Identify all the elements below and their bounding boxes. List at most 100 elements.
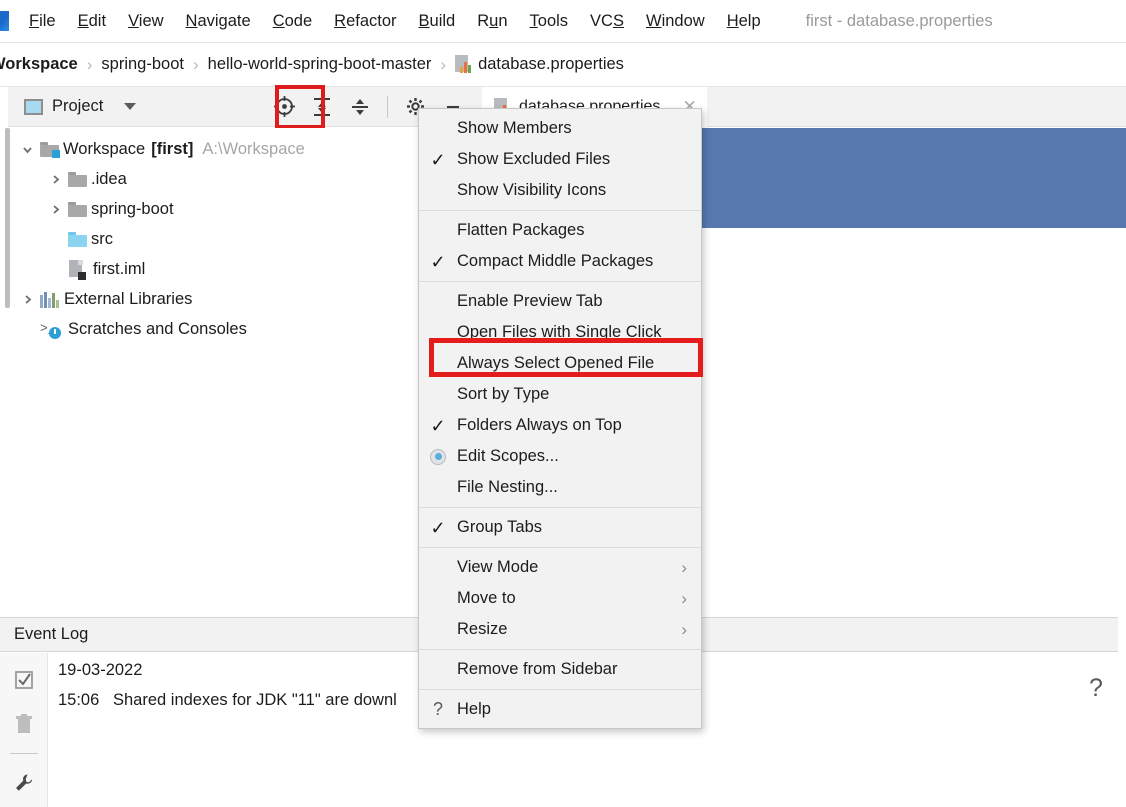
menu-separator bbox=[419, 689, 701, 690]
breadcrumb-item-spring-boot[interactable]: spring-boot bbox=[101, 55, 184, 74]
breadcrumb-item-database-properties[interactable]: database.properties bbox=[455, 55, 624, 74]
menu-separator bbox=[419, 507, 701, 508]
menu-vcs-mnemonic: S bbox=[613, 12, 624, 30]
menu-item-show-members[interactable]: Show Members bbox=[419, 113, 701, 144]
settings-wrench-icon[interactable] bbox=[9, 768, 39, 798]
menu-item-label: Always Select Opened File bbox=[457, 354, 654, 373]
tree-item-label: spring-boot bbox=[91, 200, 174, 219]
menu-item-file-nesting[interactable]: File Nesting... bbox=[419, 472, 701, 503]
menu-item-show-excluded-files[interactable]: ✓ Show Excluded Files bbox=[419, 144, 701, 175]
menu-navigate[interactable]: Navigate bbox=[175, 10, 262, 33]
menu-item-open-files-with-single-click[interactable]: Open Files with Single Click bbox=[419, 317, 701, 348]
menu-refactor[interactable]: Refactor bbox=[323, 10, 407, 33]
expand-all-icon[interactable] bbox=[305, 91, 339, 123]
menu-item-view-mode[interactable]: View Mode › bbox=[419, 552, 701, 583]
help-icon[interactable]: ? bbox=[1089, 674, 1103, 703]
menu-item-flatten-packages[interactable]: Flatten Packages bbox=[419, 215, 701, 246]
menu-item-compact-middle-packages[interactable]: ✓ Compact Middle Packages bbox=[419, 246, 701, 277]
tree-item-external-libraries[interactable]: External Libraries bbox=[8, 284, 478, 314]
menu-item-label: Compact Middle Packages bbox=[457, 252, 653, 271]
menu-item-label: Show Visibility Icons bbox=[457, 181, 606, 200]
tree-item-label: Scratches and Consoles bbox=[68, 320, 247, 339]
menu-separator bbox=[419, 281, 701, 282]
menu-item-move-to[interactable]: Move to › bbox=[419, 583, 701, 614]
chevron-right-icon: › bbox=[681, 558, 687, 578]
menu-separator bbox=[419, 547, 701, 548]
menu-run-rest: n bbox=[498, 12, 507, 30]
menu-item-enable-preview-tab[interactable]: Enable Preview Tab bbox=[419, 286, 701, 317]
ide-window: File Edit View Navigate Code Refactor Bu… bbox=[0, 0, 1126, 807]
select-opened-file-target-icon[interactable] bbox=[267, 91, 301, 123]
menu-item-label: Flatten Packages bbox=[457, 221, 585, 240]
toolbar-divider bbox=[387, 96, 388, 118]
menu-item-edit-scopes[interactable]: Edit Scopes... bbox=[419, 441, 701, 472]
breadcrumb-item-hello-world[interactable]: hello-world-spring-boot-master bbox=[208, 55, 432, 74]
project-title-group[interactable]: Project bbox=[24, 97, 136, 116]
menu-item-sort-by-type[interactable]: Sort by Type bbox=[419, 379, 701, 410]
window-title: first - database.properties bbox=[806, 12, 993, 31]
check-glyph: ✓ bbox=[430, 253, 445, 271]
menu-tools[interactable]: Tools bbox=[519, 10, 580, 33]
menu-item-resize[interactable]: Resize › bbox=[419, 614, 701, 645]
menu-item-label: Remove from Sidebar bbox=[457, 660, 617, 679]
project-view-options-context-menu: Show Members ✓ Show Excluded Files Show … bbox=[418, 108, 702, 729]
menu-item-remove-from-sidebar[interactable]: Remove from Sidebar bbox=[419, 654, 701, 685]
menu-help-mnemonic: H bbox=[727, 12, 739, 30]
check-icon: ✓ bbox=[419, 151, 457, 169]
menu-separator bbox=[419, 210, 701, 211]
menu-refactor-rest: efactor bbox=[346, 12, 396, 30]
menu-item-show-visibility-icons[interactable]: Show Visibility Icons bbox=[419, 175, 701, 206]
folder-icon bbox=[68, 202, 87, 217]
menu-item-group-tabs[interactable]: ✓ Group Tabs bbox=[419, 512, 701, 543]
chevron-right-icon[interactable] bbox=[14, 293, 40, 306]
tree-item-scratches-and-consoles[interactable]: >_ Scratches and Consoles bbox=[8, 314, 478, 344]
tree-scrollbar[interactable] bbox=[5, 128, 10, 308]
menu-vcs[interactable]: VCS bbox=[579, 10, 635, 33]
menu-run[interactable]: Run bbox=[466, 10, 518, 33]
chevron-down-icon[interactable] bbox=[14, 143, 40, 156]
app-logo-icon bbox=[0, 11, 9, 31]
chevron-right-icon[interactable] bbox=[42, 173, 68, 186]
tree-item-label: src bbox=[91, 230, 113, 249]
menu-item-folders-always-on-top[interactable]: ✓ Folders Always on Top bbox=[419, 410, 701, 441]
mark-all-read-icon[interactable] bbox=[9, 665, 39, 695]
check-icon: ✓ bbox=[419, 253, 457, 271]
breadcrumb-label: hello-world-spring-boot-master bbox=[208, 55, 432, 74]
breadcrumb-label: spring-boot bbox=[101, 55, 184, 74]
menu-edit-mnemonic: E bbox=[78, 12, 89, 30]
collapse-all-icon[interactable] bbox=[343, 91, 377, 123]
project-folder-icon bbox=[40, 142, 59, 157]
menu-build[interactable]: Build bbox=[408, 10, 467, 33]
menu-item-label: File Nesting... bbox=[457, 478, 558, 497]
tree-item-idea[interactable]: .idea bbox=[8, 164, 478, 194]
chevron-down-icon[interactable] bbox=[124, 103, 136, 110]
breadcrumb-item-workspace[interactable]: Workspace bbox=[0, 55, 78, 74]
chevron-right-icon[interactable] bbox=[42, 203, 68, 216]
menu-file-mnemonic: F bbox=[29, 12, 39, 30]
tree-item-module-name: [first] bbox=[151, 140, 193, 159]
menu-view[interactable]: View bbox=[117, 10, 174, 33]
tree-item-path: A:\Workspace bbox=[202, 140, 304, 159]
check-glyph: ✓ bbox=[430, 151, 445, 169]
menu-file-rest: ile bbox=[39, 12, 56, 30]
menu-edit[interactable]: Edit bbox=[67, 10, 117, 33]
source-folder-icon bbox=[68, 232, 87, 247]
tree-item-workspace[interactable]: Workspace [first] A:\Workspace bbox=[8, 134, 478, 164]
menu-window[interactable]: Window bbox=[635, 10, 716, 33]
delete-icon[interactable] bbox=[9, 709, 39, 739]
menu-help[interactable]: Help bbox=[716, 10, 772, 33]
tree-item-spring-boot[interactable]: spring-boot bbox=[8, 194, 478, 224]
project-toolbar: Project bbox=[8, 87, 478, 127]
menu-item-label: Open Files with Single Click bbox=[457, 323, 662, 342]
menu-separator bbox=[419, 649, 701, 650]
menu-file[interactable]: File bbox=[18, 10, 67, 33]
menu-code[interactable]: Code bbox=[262, 10, 323, 33]
project-title: Project bbox=[52, 97, 103, 116]
breadcrumb-label: database.properties bbox=[478, 55, 624, 74]
menu-item-always-select-opened-file[interactable]: Always Select Opened File bbox=[419, 348, 701, 379]
menu-code-mnemonic: C bbox=[273, 12, 285, 30]
menu-item-help[interactable]: ? Help bbox=[419, 694, 701, 725]
tree-item-src[interactable]: src bbox=[8, 224, 478, 254]
menu-item-label: Help bbox=[457, 700, 491, 719]
tree-item-first-iml[interactable]: first.iml bbox=[8, 254, 478, 284]
